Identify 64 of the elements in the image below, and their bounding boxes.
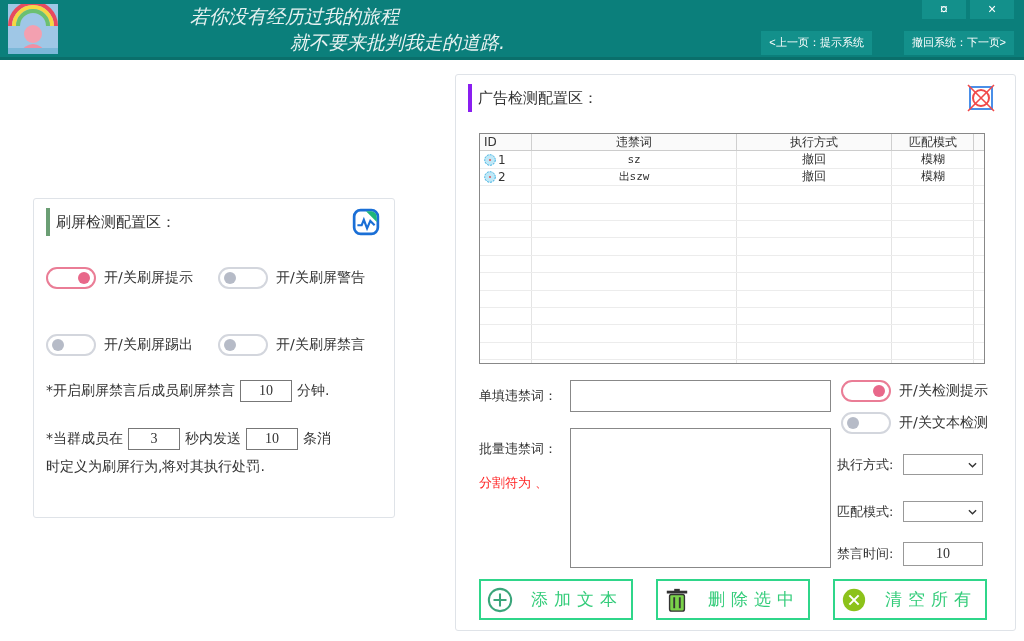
- toggle-label: 开/关刷屏踢出: [104, 336, 193, 354]
- table-cell: 出szw: [532, 168, 737, 186]
- column-header: 违禁词: [532, 134, 737, 151]
- toggle-label: 开/关文本检测: [899, 414, 988, 432]
- clear-icon: [841, 586, 867, 613]
- table-cell: 2: [498, 169, 506, 184]
- crossed-box-icon: [967, 84, 995, 112]
- field-label: 批量违禁词：: [479, 440, 558, 458]
- word-input-field[interactable]: [570, 380, 831, 412]
- toggle-switch[interactable]: [841, 380, 891, 402]
- table-cell: 撤回: [737, 168, 892, 186]
- slogan-text: 就不要来批判我走的道路.: [290, 29, 506, 55]
- action-dropdown[interactable]: [903, 454, 983, 475]
- toggle-label: 开/关刷屏警告: [276, 269, 365, 287]
- table-cell: 模糊: [892, 151, 974, 168]
- plus-icon: [487, 586, 513, 613]
- toggle-switch[interactable]: [841, 412, 891, 434]
- separator-hint: 分割符为 、: [479, 474, 550, 492]
- toggle-label: 开/关检测提示: [899, 382, 988, 400]
- panel-title: 广告检测配置区：: [478, 88, 598, 108]
- chevron-down-icon: [968, 508, 977, 515]
- toggle-label: 开/关刷屏提示: [104, 269, 193, 287]
- seconds-field[interactable]: 3: [128, 428, 180, 450]
- mode-dropdown[interactable]: [903, 501, 983, 522]
- rule-text: 时定义为刷屏行为,将对其执行处罚.: [46, 458, 265, 476]
- mute-time-field[interactable]: 10: [903, 542, 983, 566]
- rule-text: 条消: [303, 430, 331, 448]
- toggle-switch[interactable]: [218, 334, 268, 356]
- table-cell: 1: [498, 152, 506, 167]
- table-cell: sz: [532, 151, 737, 168]
- panel-title: 刷屏检测配置区：: [56, 212, 176, 232]
- field-label: 匹配模式:: [837, 502, 895, 521]
- toggle-label: 开/关刷屏禁言: [276, 336, 365, 354]
- chart-icon: [352, 208, 380, 236]
- table-cell: 模糊: [892, 168, 974, 186]
- slogan-text: 若你没有经历过我的旅程: [190, 3, 402, 29]
- toggle-switch[interactable]: [218, 267, 268, 289]
- field-label: 禁言时间:: [837, 545, 895, 563]
- nav-button[interactable]: <上一页：提示系统: [761, 30, 872, 55]
- action-button[interactable]: 删除选中: [656, 579, 810, 620]
- column-header: ID: [480, 134, 532, 151]
- toggle-switch[interactable]: [46, 267, 96, 289]
- restore-button[interactable]: ¤: [922, 0, 966, 19]
- action-button[interactable]: 清空所有: [833, 579, 987, 620]
- trash-icon: [664, 586, 690, 613]
- rule-text: 分钟.: [297, 382, 330, 400]
- rule-text: *开启刷屏禁言后成员刷屏禁言: [46, 382, 235, 400]
- action-button[interactable]: 添加文本: [479, 579, 633, 620]
- rule-text: *当群成员在: [46, 430, 123, 448]
- column-header: 执行方式: [737, 134, 892, 151]
- toggle-switch[interactable]: [46, 334, 96, 356]
- column-header: 匹配模式: [892, 134, 974, 151]
- field-label: 单填违禁词：: [479, 387, 558, 405]
- table-cell: 撤回: [737, 151, 892, 168]
- count-field[interactable]: 10: [246, 428, 298, 450]
- chevron-down-icon: [968, 461, 977, 468]
- field-label: 执行方式:: [837, 455, 895, 474]
- rule-text: 秒内发送: [185, 430, 241, 448]
- batch-text-area[interactable]: [570, 428, 831, 568]
- target-icon: [484, 153, 496, 166]
- nav-button[interactable]: 撤回系统：下一页>: [903, 30, 1014, 55]
- close-button[interactable]: ×: [970, 0, 1014, 19]
- minutes-field[interactable]: 10: [240, 380, 292, 402]
- target-icon: [484, 170, 496, 183]
